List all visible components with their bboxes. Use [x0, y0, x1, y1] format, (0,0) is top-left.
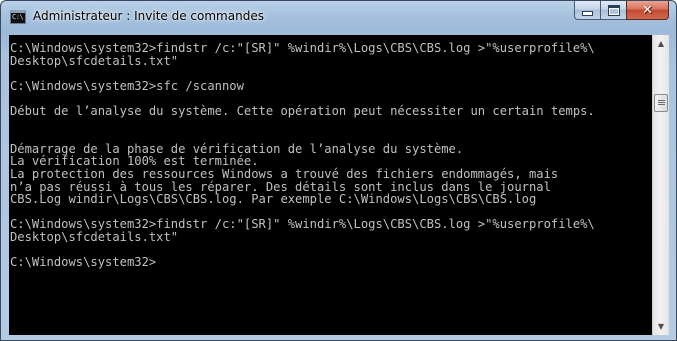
thumb-grip-line [658, 100, 665, 101]
close-button[interactable]: ✕ [626, 1, 669, 20]
window-title: Administrateur : Invite de commandes [33, 9, 264, 23]
vertical-scrollbar[interactable]: ▲ ▼ [652, 35, 669, 335]
console-line: Desktop\sfcdetails.txt" [10, 229, 179, 244]
command-prompt-window: C:\ Administrateur : Invite de commandes… [0, 0, 677, 341]
thumb-grip-line [658, 102, 665, 103]
scroll-down-arrow-icon[interactable]: ▼ [653, 318, 669, 335]
cmd-app-icon[interactable]: C:\ [10, 10, 26, 24]
console-line: C:\Windows\system32> [10, 255, 157, 270]
thumb-grip-line [658, 104, 665, 105]
scrollbar-thumb[interactable] [654, 94, 668, 112]
console-line: CBS.Log windir\Logs\CBS\CBS.log. Par exe… [10, 192, 537, 207]
console-output-area[interactable]: C:\Windows\system32>findstr /c:"[SR]" %w… [9, 35, 652, 335]
close-icon: ✕ [642, 2, 653, 18]
console-line: Desktop\sfcdetails.txt" [10, 53, 179, 68]
title-bar[interactable]: C:\ Administrateur : Invite de commandes… [1, 1, 676, 35]
app-icon-text: C:\ [12, 13, 24, 21]
scroll-up-arrow-icon[interactable]: ▲ [653, 35, 669, 52]
console-text: C:\Windows\system32>findstr /c:"[SR]" %w… [9, 35, 652, 269]
console-line: C:\Windows\system32>sfc /scannow [10, 78, 244, 93]
caption-buttons: ✕ [574, 1, 669, 20]
maximize-icon [607, 4, 620, 16]
minimize-button[interactable] [574, 1, 600, 20]
minimize-icon [582, 10, 593, 16]
console-line: Début de l’analyse du système. Cette opé… [10, 103, 595, 118]
maximize-button[interactable] [600, 1, 626, 20]
